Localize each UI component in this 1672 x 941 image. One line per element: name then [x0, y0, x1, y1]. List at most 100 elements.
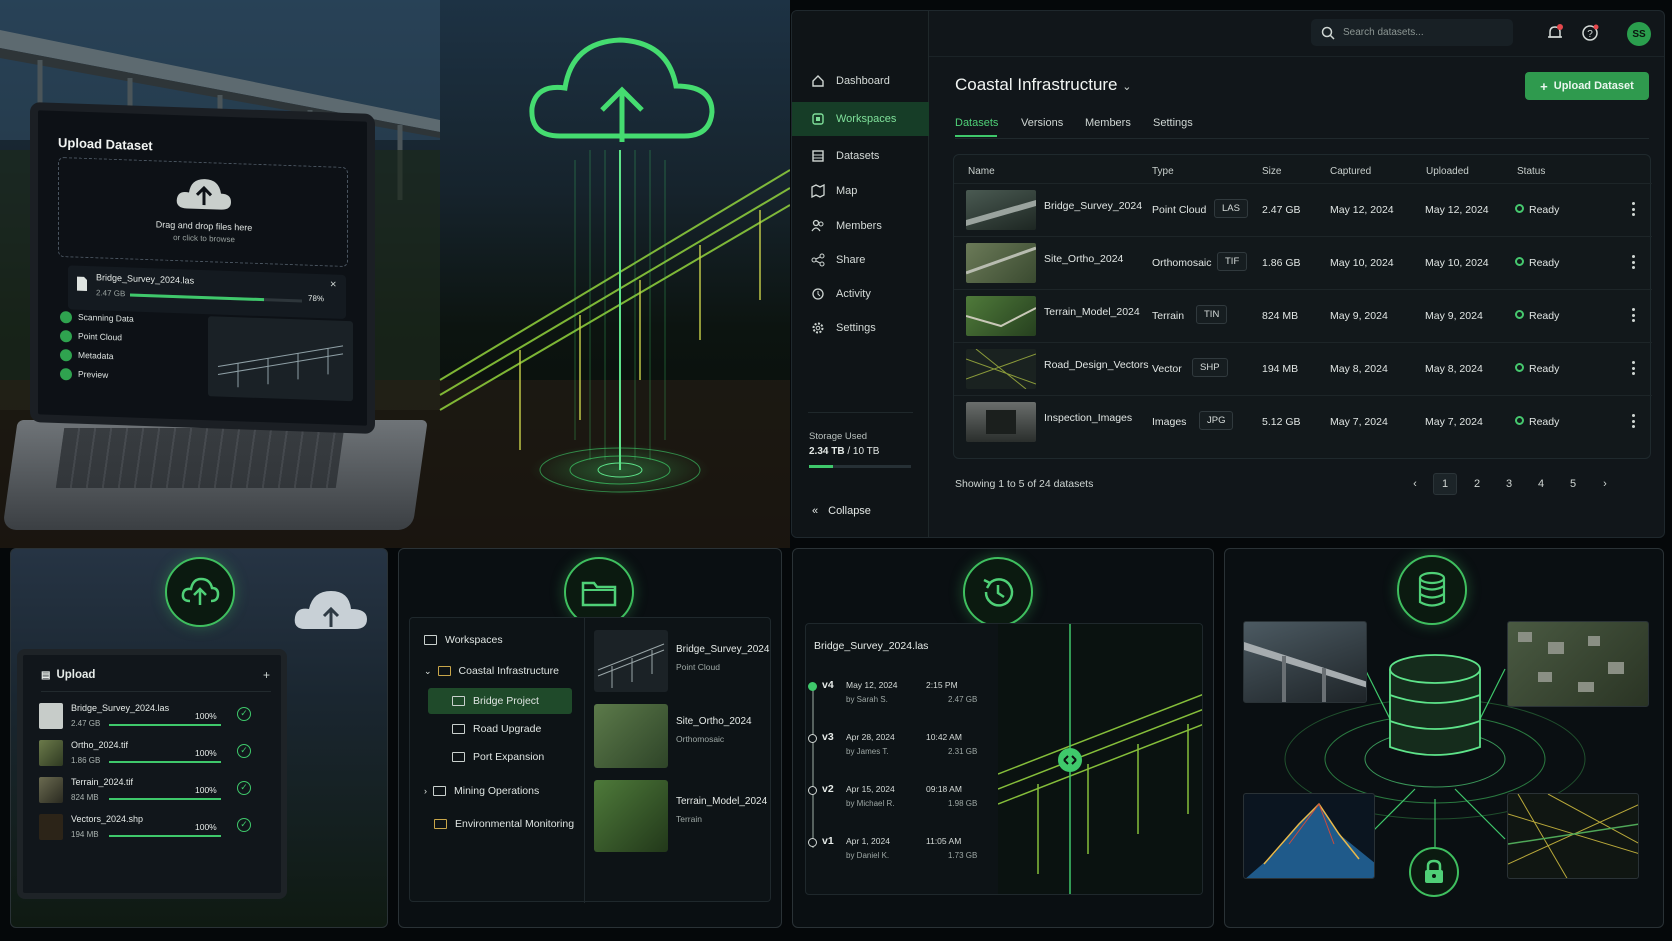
version-container: Bridge_Survey_2024.las v4 May 12, 2024 2:1… — [805, 623, 1203, 895]
sidebar-item-datasets[interactable]: Datasets — [792, 139, 929, 173]
tree-item-coastal[interactable]: ⌄ Coastal Infrastructure — [424, 665, 559, 677]
step-item: Point Cloud — [60, 330, 134, 352]
activity-icon — [810, 286, 826, 302]
sidebar-item-members[interactable]: Members — [792, 209, 929, 243]
upload-file-name: Ortho_2024.tif — [71, 740, 129, 750]
dataset-size: 2.47 GB — [1262, 204, 1301, 216]
tab-datasets[interactable]: Datasets — [955, 117, 998, 129]
column-header[interactable]: Type — [1152, 166, 1174, 177]
sidebar-item-workspaces[interactable]: Workspaces — [792, 102, 929, 136]
dataset-card-type: Orthomosaic — [676, 734, 725, 744]
cloud-icon — [176, 179, 231, 210]
avatar[interactable]: SS — [1627, 22, 1651, 46]
tree-item-environmental[interactable]: Environmental Monitoring — [434, 818, 574, 830]
bell-icon[interactable] — [1546, 24, 1564, 42]
tree-root-workspaces[interactable]: Workspaces — [424, 634, 503, 646]
help-icon[interactable]: ? — [1581, 24, 1599, 42]
version-history-panel: Bridge_Survey_2024.las v4 May 12, 2024 2:1… — [792, 548, 1214, 928]
upload-panel: ▤ Upload + Bridge_Survey_2024.las 2.47 GB 1… — [10, 548, 388, 928]
folder-icon — [437, 666, 451, 676]
collapse-button[interactable]: «Collapse — [812, 505, 871, 517]
pagination-prev-icon[interactable]: ‹ — [1403, 473, 1427, 495]
tab-settings[interactable]: Settings — [1153, 117, 1193, 129]
dataset-name[interactable]: Terrain_Model_2024 — [1044, 306, 1140, 318]
upload-file-size: 1.86 GB — [71, 756, 101, 765]
upload-progress-label: 78% — [308, 293, 325, 304]
dataset-name[interactable]: Road_Design_Vectors — [1044, 359, 1148, 371]
check-circle-icon: ✓ — [237, 744, 251, 758]
more-options-icon[interactable] — [1632, 361, 1636, 375]
table-row[interactable]: Inspection_Images Images JPG 5.12 GB May… — [954, 395, 1652, 448]
table-row[interactable]: Bridge_Survey_2024 Point Cloud LAS 2.47 … — [954, 183, 1652, 236]
page-button-4[interactable]: 4 — [1529, 473, 1553, 495]
tab-versions[interactable]: Versions — [1021, 117, 1063, 129]
version-item[interactable]: v2 Apr 15, 2024 09:18 AM by Michael R. 1.98 … — [806, 782, 996, 834]
version-item[interactable]: v1 Apr 1, 2024 11:05 AM by Daniel K. 1.73 GB — [806, 834, 996, 886]
dataset-name[interactable]: Inspection_Images — [1044, 412, 1132, 424]
column-header[interactable]: Name — [968, 166, 995, 177]
pagination-next-icon[interactable]: › — [1593, 473, 1617, 495]
dataset-card-name[interactable]: Site_Ortho_2024 — [676, 716, 752, 727]
table-row[interactable]: Site_Ortho_2024 Orthomosaic TIF 1.86 GB … — [954, 236, 1652, 289]
close-icon[interactable]: × — [330, 278, 336, 290]
dataset-uploaded: May 7, 2024 — [1425, 416, 1483, 428]
version-date: Apr 1, 2024 — [846, 836, 890, 846]
column-header[interactable]: Uploaded — [1426, 166, 1469, 177]
drop-zone[interactable]: Drag and drop files here or click to bro… — [58, 156, 348, 268]
version-size: 1.73 GB — [948, 851, 978, 860]
table-row[interactable]: Terrain_Model_2024 Terrain TIN 824 MB Ma… — [954, 289, 1652, 342]
upload-list-item[interactable]: Terrain_2024.tif 824 MB 100% ✓ — [39, 773, 275, 810]
upload-list-item[interactable]: Ortho_2024.tif 1.86 GB 100% ✓ — [39, 736, 275, 773]
more-options-icon[interactable] — [1632, 202, 1636, 216]
tree-item-bridge-project[interactable]: Bridge Project — [452, 695, 539, 707]
upload-progress-bar — [109, 761, 221, 763]
tree-item-port-expansion[interactable]: Port Expansion — [452, 751, 544, 763]
search-icon — [1321, 26, 1335, 40]
more-options-icon[interactable] — [1632, 414, 1636, 428]
dataset-name[interactable]: Bridge_Survey_2024 — [1044, 200, 1142, 212]
more-options-icon[interactable] — [1632, 255, 1636, 269]
dataset-name[interactable]: Site_Ortho_2024 — [1044, 253, 1123, 265]
sidebar-item-dashboard[interactable]: Dashboard — [792, 64, 929, 98]
upload-dataset-button[interactable]: + Upload Dataset — [1525, 72, 1649, 100]
status-badge: Ready — [1529, 257, 1560, 269]
sidebar-item-map[interactable]: Map — [792, 174, 929, 208]
dataset-card-name[interactable]: Bridge_Survey_2024 — [676, 644, 769, 655]
dataset-card-name[interactable]: Terrain_Model_2024 — [676, 796, 767, 807]
status-badge: Ready — [1529, 363, 1560, 375]
table-row[interactable]: Road_Design_Vectors Vector SHP 194 MB Ma… — [954, 342, 1652, 395]
version-date: Apr 15, 2024 — [846, 784, 895, 794]
version-item[interactable]: v3 Apr 28, 2024 10:42 AM by James T. 2.31 GB — [806, 730, 996, 782]
tree-divider — [584, 618, 585, 903]
more-options-icon[interactable] — [1632, 308, 1636, 322]
version-label: v1 — [822, 835, 834, 847]
storage-label: Storage Used — [809, 431, 868, 442]
upload-percent: 100% — [195, 822, 217, 832]
sidebar-item-settings[interactable]: Settings — [792, 311, 929, 345]
upload-list-item[interactable]: Vectors_2024.shp 194 MB 100% ✓ — [39, 810, 275, 847]
sidebar-item-share[interactable]: Share — [792, 243, 929, 277]
page-button-5[interactable]: 5 — [1561, 473, 1585, 495]
upload-list-item[interactable]: Bridge_Survey_2024.las 2.47 GB 100% ✓ — [39, 699, 275, 736]
check-icon — [60, 368, 72, 381]
tab-members[interactable]: Members — [1085, 117, 1131, 129]
add-file-button[interactable]: + — [263, 668, 270, 682]
sidebar-item-activity[interactable]: Activity — [792, 277, 929, 311]
tree-item-mining[interactable]: › Mining Operations — [424, 785, 539, 797]
column-header[interactable]: Size — [1262, 166, 1281, 177]
column-header[interactable]: Status — [1517, 166, 1545, 177]
dataset-captured: May 9, 2024 — [1330, 310, 1388, 322]
sidebar-item-label: Dashboard — [836, 75, 890, 87]
version-author: by Michael R. — [846, 799, 895, 808]
page-button-2[interactable]: 2 — [1465, 473, 1489, 495]
sidebar-item-label: Workspaces — [836, 113, 897, 125]
column-header[interactable]: Captured — [1330, 166, 1371, 177]
page-button-1[interactable]: 1 — [1433, 473, 1457, 495]
tree-item-road-upgrade[interactable]: Road Upgrade — [452, 723, 541, 735]
upload-steps: Scanning Data Point Cloud Metadata Previ… — [60, 311, 134, 390]
status-dot-icon — [1515, 363, 1524, 372]
workspace-title[interactable]: Coastal Infrastructure ⌄ — [955, 75, 1131, 95]
page-button-3[interactable]: 3 — [1497, 473, 1521, 495]
search-input[interactable]: Search datasets... — [1311, 19, 1513, 46]
version-item[interactable]: v4 May 12, 2024 2:15 PM by Sarah S. 2.47 GB — [806, 678, 996, 730]
